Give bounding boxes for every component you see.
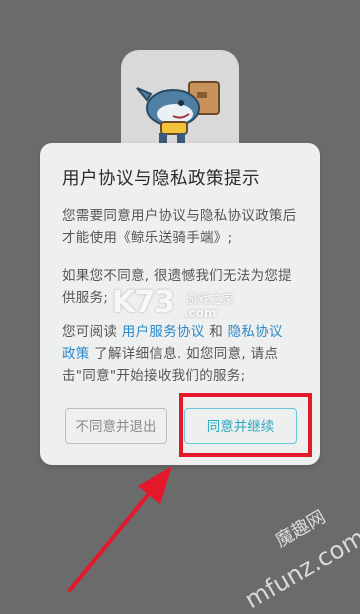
k73-watermark-com: .com xyxy=(184,306,217,320)
para3-prefix: 您可阅读 xyxy=(62,324,122,340)
para3-and: 和 xyxy=(204,324,228,340)
k73-watermark: K73 xyxy=(112,285,175,320)
k73-watermark-cn: 游戏之家 xyxy=(186,292,235,306)
user-agreement-link[interactable]: 用户服务协议 xyxy=(122,324,205,340)
consent-paragraph-1: 您需要同意用户协议与隐私协议政策后才能使用《鲸乐送骑手端》; xyxy=(62,208,297,246)
consent-paragraph-2: 如果您不同意, 很遗憾我们无法为您提供服务; xyxy=(62,268,292,306)
whale-courier-mascot xyxy=(136,81,220,150)
dialog-title: 用户协议与隐私政策提示 xyxy=(62,169,260,189)
highlight-box xyxy=(179,393,312,457)
privacy-link-part2: 政策 xyxy=(62,346,90,362)
decline-and-exit-button[interactable]: 不同意并退出 xyxy=(65,408,167,444)
para3-suffix: 了解详细信息. 如您同意, 请点击"同意"开始接收我们的服务; xyxy=(62,346,279,384)
privacy-link-part1: 隐私协议 xyxy=(227,324,283,340)
consent-paragraph-3: 您可阅读 用户服务协议 和 隐私协议政策 了解详细信息. 如您同意, 请点击"同… xyxy=(62,321,302,387)
